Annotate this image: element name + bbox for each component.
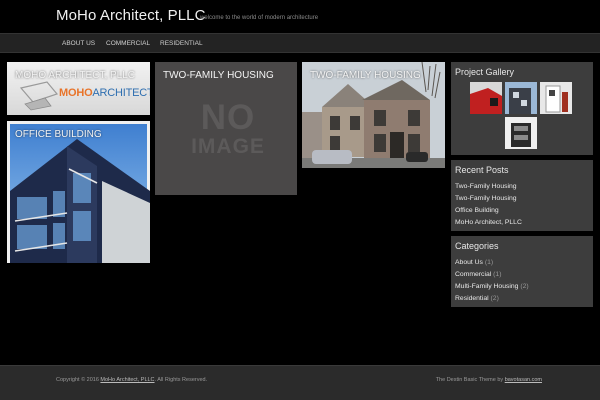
- footer-copyright: Copyright © 2016 MoHo Architect, PLLC. A…: [56, 377, 208, 383]
- gallery-thumbnail[interactable]: [540, 82, 572, 114]
- category-count: (2): [490, 295, 499, 302]
- recent-post-link[interactable]: Two-Family Housing: [455, 181, 522, 193]
- gallery-thumbnail[interactable]: [505, 117, 537, 149]
- gallery-thumbnail[interactable]: [505, 82, 537, 114]
- post-title[interactable]: OFFICE BUILDING: [15, 129, 102, 140]
- category-item: Multi-Family Housing (2): [455, 281, 529, 293]
- site-tagline: welcome to the world of modern architect…: [200, 15, 319, 21]
- recent-post-link[interactable]: Two-Family Housing: [455, 193, 522, 205]
- category-link[interactable]: About Us: [455, 259, 483, 266]
- category-link[interactable]: Commercial: [455, 271, 491, 278]
- category-item: About Us (1): [455, 257, 529, 269]
- project-gallery-widget: Project Gallery: [451, 62, 593, 155]
- no-image-placeholder: NO IMAGE: [191, 98, 265, 158]
- post-title[interactable]: MOHO ARCHITECT, PLLC: [15, 70, 135, 81]
- nav-item-residential[interactable]: RESIDENTIAL: [160, 40, 203, 47]
- post-card-two-family-housing-1[interactable]: TWO-FAMILY HOUSING NO IMAGE: [155, 62, 297, 195]
- category-item: Commercial (1): [455, 269, 529, 281]
- widget-title: Categories: [455, 241, 499, 251]
- category-link[interactable]: Multi-Family Housing: [455, 283, 518, 290]
- post-title[interactable]: TWO-FAMILY HOUSING: [163, 70, 274, 81]
- moho-logo-text: MOHOARCHITECT: [59, 87, 150, 99]
- site-footer: Copyright © 2016 MoHo Architect, PLLC. A…: [0, 365, 600, 400]
- footer-theme-link[interactable]: bavotasan.com: [505, 377, 542, 383]
- post-card-office-building[interactable]: OFFICE BUILDING: [7, 121, 150, 263]
- main-navigation: ABOUT US COMMERCIAL RESIDENTIAL: [0, 33, 600, 53]
- site-header: MoHo Architect, PLLC welcome to the worl…: [0, 0, 600, 33]
- category-count: (1): [484, 259, 494, 266]
- category-link[interactable]: Residential: [455, 295, 489, 302]
- widget-title: Project Gallery: [455, 67, 515, 77]
- category-count: (2): [520, 283, 529, 290]
- nav-item-commercial[interactable]: COMMERCIAL: [106, 40, 150, 47]
- site-title[interactable]: MoHo Architect, PLLC: [56, 7, 206, 24]
- footer-theme-credit: The Destin Basic Theme by bavotasan.com: [435, 377, 542, 383]
- widget-title: Recent Posts: [455, 165, 509, 175]
- logo-mark-icon: [19, 81, 59, 111]
- category-item: Residential (2): [455, 293, 529, 305]
- recent-posts-list: Two-Family Housing Two-Family Housing Of…: [455, 181, 522, 229]
- categories-widget: Categories About Us (1) Commercial (1) M…: [451, 236, 593, 307]
- category-count: (1): [493, 271, 502, 278]
- footer-site-link[interactable]: MoHo Architect, PLLC: [100, 377, 154, 383]
- nav-item-about-us[interactable]: ABOUT US: [62, 40, 95, 47]
- post-card-two-family-housing-2[interactable]: TWO-FAMILY HOUSING: [302, 62, 445, 168]
- categories-list: About Us (1) Commercial (1) Multi-Family…: [455, 257, 529, 305]
- post-title[interactable]: TWO-FAMILY HOUSING: [310, 70, 421, 81]
- recent-posts-widget: Recent Posts Two-Family Housing Two-Fami…: [451, 160, 593, 231]
- post-card-moho-architect[interactable]: MOHOARCHITECT MOHO ARCHITECT, PLLC: [7, 62, 150, 115]
- recent-post-link[interactable]: Office Building: [455, 205, 522, 217]
- recent-post-link[interactable]: MoHo Architect, PLLC: [455, 217, 522, 229]
- gallery-thumbnail[interactable]: [470, 82, 502, 114]
- post-thumbnail: [10, 124, 150, 263]
